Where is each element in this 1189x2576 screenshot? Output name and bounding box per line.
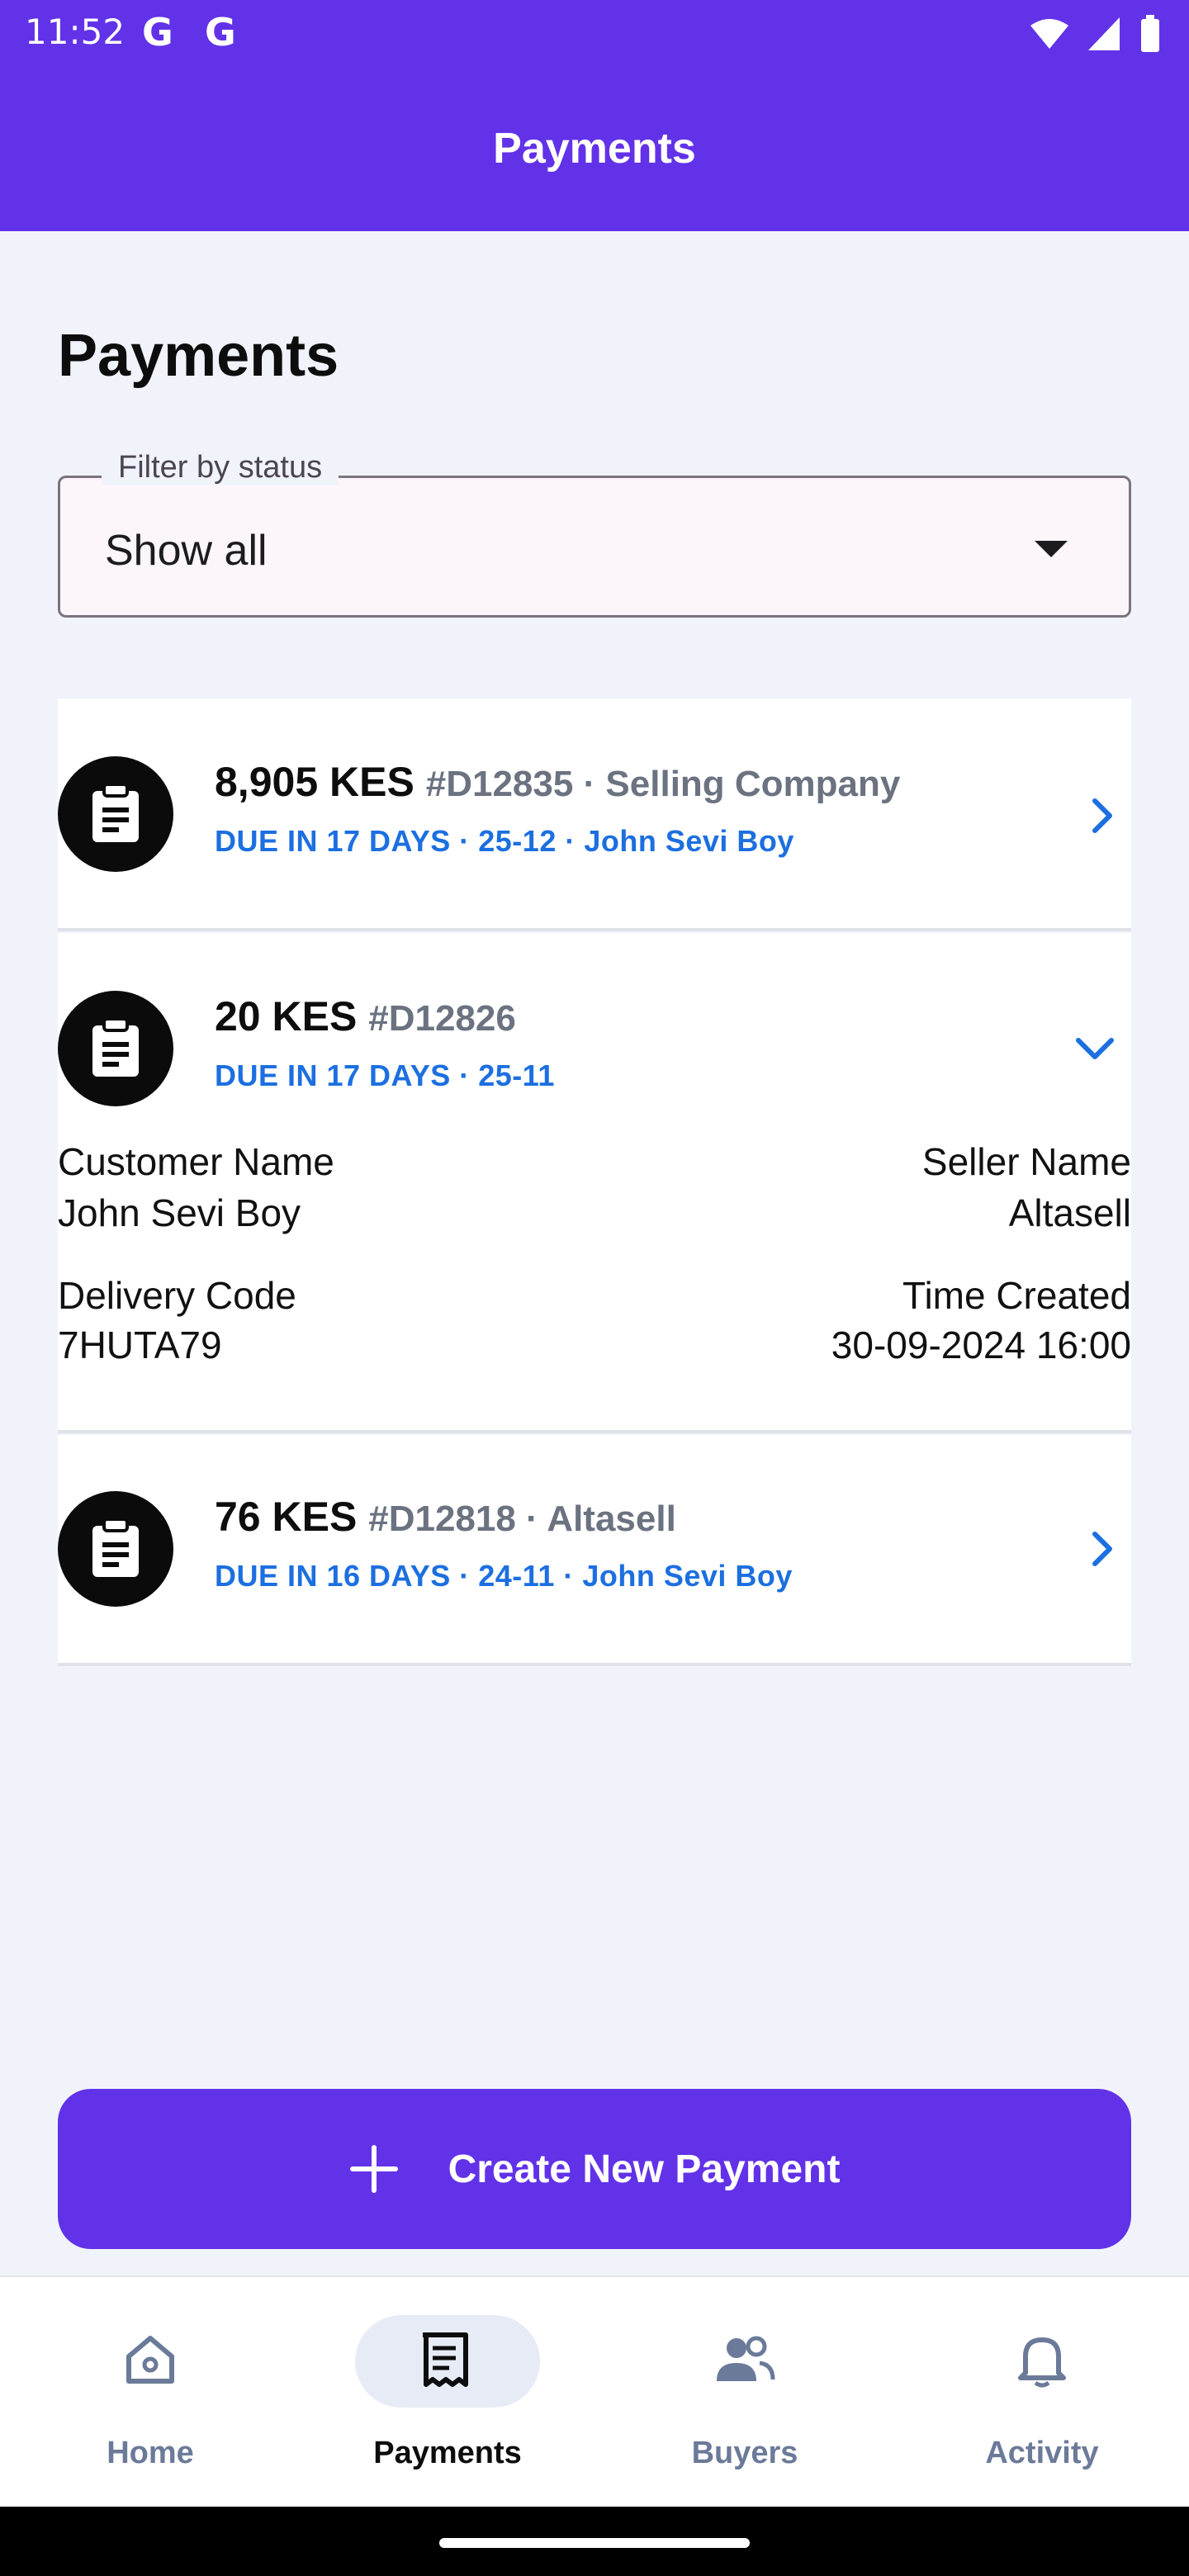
signal-icon [1088,17,1123,50]
people-icon [717,2336,775,2381]
payment-amount: 20 KES [215,993,358,1039]
chevron-down-icon[interactable] [1075,1035,1115,1062]
seller-name-label: Seller Name [921,1140,1131,1183]
time-created-label: Time Created [902,1274,1131,1317]
create-new-payment-button[interactable]: Create New Payment [58,2089,1131,2249]
wifi-icon [1030,19,1068,49]
status-time: 11:52 [25,12,126,52]
filter-selected-value: Show all [105,527,268,575]
payment-meta: #D12835 · Selling Company [425,764,901,804]
bell-icon [1018,2337,1066,2388]
payment-due-line: DUE IN 16 DAYS · 24-11 · John Sevi Boy [215,1559,793,1593]
time-created-value: 30-09-2024 16:00 [831,1324,1131,1366]
payment-card[interactable]: 8,905 KES #D12835 · Selling Company DUE … [58,698,1131,931]
app-bar-title: Payments [493,125,696,173]
status-icons [1029,15,1161,53]
customer-name-value: John Sevi Boy [58,1191,301,1234]
document-icon [58,1491,173,1607]
payment-title: 8,905 KES #D12835 · Selling Company [215,758,900,806]
payment-title: 20 KES #D12826 [215,992,516,1040]
chevron-right-icon[interactable] [1090,1531,1115,1567]
document-icon [58,756,173,872]
seller-name-value: Altasell [1008,1191,1131,1234]
home-icon [126,2336,174,2384]
status-filter-dropdown[interactable]: Filter by status Show all [58,450,1131,618]
bottom-navigation: Home Payments Buyers Activity [0,2275,1189,2507]
receipt-icon [423,2332,468,2387]
nav-item-payments[interactable]: Payments [297,2277,594,2508]
filter-label: Filter by status [102,450,339,485]
chevron-right-icon[interactable] [1090,798,1115,834]
create-button-label: Create New Payment [448,2147,841,2191]
payment-card[interactable]: 76 KES #D12818 · Altasell DUE IN 16 DAYS… [58,1435,1131,1666]
google-notification-icon: G [205,10,236,54]
document-icon [58,991,173,1106]
payment-due-line: DUE IN 17 DAYS · 25-12 · John Sevi Boy [215,824,794,858]
page-title: Payments [58,323,339,389]
payment-meta: #D12818 · Altasell [368,1499,676,1539]
delivery-code-label: Delivery Code [58,1274,296,1317]
payment-amount: 76 KES [215,1494,358,1540]
delivery-code-value: 7HUTA79 [58,1324,222,1366]
dropdown-arrow-icon [1035,541,1068,557]
nav-label-activity: Activity [985,2436,1099,2470]
customer-name-label: Customer Name [58,1140,334,1183]
payment-amount: 8,905 KES [215,759,414,805]
payment-due-line: DUE IN 17 DAYS · 25-11 [215,1058,555,1092]
payment-meta: #D12826 [368,998,516,1039]
google-notification-icon: G [142,10,173,54]
battery-icon [1141,15,1159,52]
app-header: 11:52 G G Payments [0,0,1189,231]
nav-item-activity[interactable]: Activity [892,2277,1189,2508]
plus-icon [349,2145,398,2193]
payment-title: 76 KES #D12818 · Altasell [215,1493,676,1541]
nav-label-home: Home [107,2436,194,2470]
payment-card-expanded[interactable]: 20 KES #D12826 DUE IN 17 DAYS · 25-11 Cu… [58,933,1131,1433]
home-gesture-handle[interactable] [439,2538,750,2548]
nav-label-buyers: Buyers [691,2436,798,2470]
nav-item-buyers[interactable]: Buyers [594,2277,892,2508]
nav-item-home[interactable]: Home [0,2277,297,2508]
status-bar: 11:52 G G [0,0,1189,73]
system-navigation-bar [0,2507,1189,2576]
nav-label-payments: Payments [373,2436,522,2470]
